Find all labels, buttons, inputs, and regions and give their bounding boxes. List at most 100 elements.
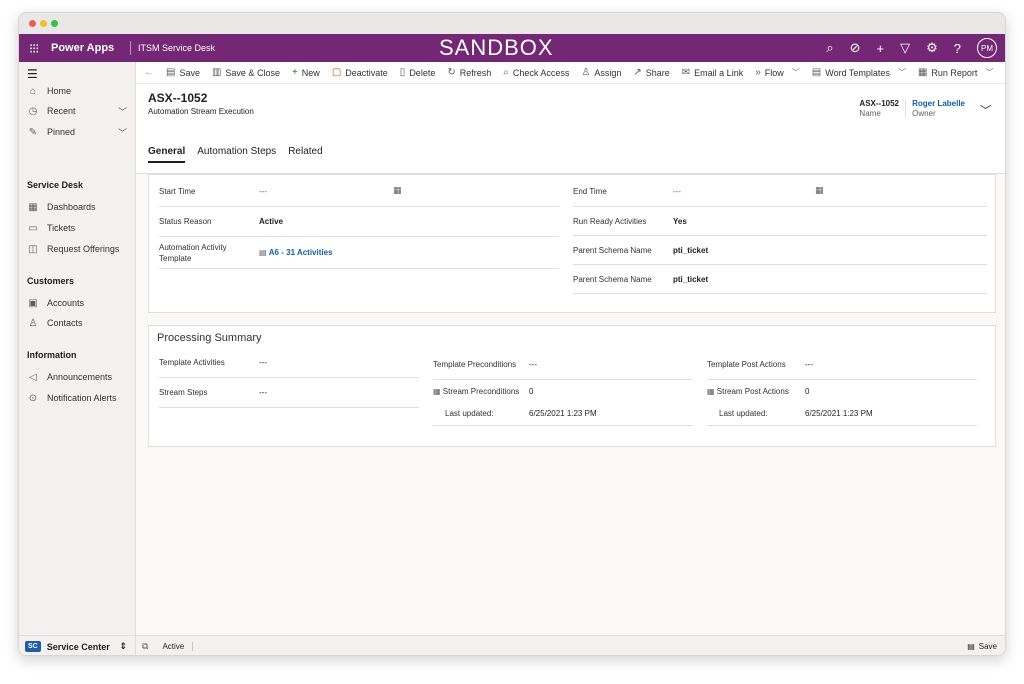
header-name-label: Name (859, 109, 881, 118)
command-label: Delete (409, 67, 436, 78)
tab-related[interactable]: Related (288, 146, 322, 163)
template-lookup-link[interactable]: ▤ A6 - 31 Activities (259, 248, 333, 257)
deactivate-button[interactable]: ▢ Deactivate (326, 67, 394, 78)
new-button[interactable]: + New (286, 67, 326, 78)
check-access-icon: ⌕ (503, 67, 509, 78)
tab-general[interactable]: General (148, 146, 186, 163)
template-activities-field: Template Activities --- (159, 348, 419, 378)
refresh-button[interactable]: ↻ Refresh (441, 67, 497, 78)
chevron-down-icon[interactable]: ﹀ (118, 126, 127, 139)
app-launcher-icon[interactable]: ⁝⁝⁝ (29, 41, 39, 57)
sidebar-item-label: Contacts (47, 318, 83, 328)
assistant-icon[interactable]: ⊘ (850, 40, 861, 56)
parent-schema-value[interactable]: pti_ticket (673, 246, 708, 255)
filter-icon[interactable]: ▽ (900, 40, 910, 56)
sidebar-item-label: Home (47, 86, 72, 96)
template-post-actions-field: Template Post Actions --- (707, 350, 977, 380)
megaphone-icon: ◁ (29, 371, 37, 383)
start-time-input[interactable]: --- (259, 187, 267, 196)
run-ready-value[interactable]: Yes (673, 217, 687, 226)
sidebar-item-accounts[interactable]: ▣ Accounts (27, 295, 127, 311)
sidebar-item-dashboards[interactable]: ▦ Dashboards (27, 199, 127, 215)
gear-icon[interactable]: ⚙ (926, 40, 938, 56)
sidebar-item-recent[interactable]: ◷ Recent ﹀ (27, 103, 127, 119)
divider (130, 41, 131, 55)
expand-header-chevron-icon[interactable]: ﹀ (980, 102, 991, 118)
end-time-input[interactable]: --- (673, 187, 681, 196)
owner-link[interactable]: Roger Labelle (912, 99, 965, 108)
command-label: Assign (594, 67, 622, 78)
sidebar-item-request-offerings[interactable]: ◫ Request Offerings (27, 241, 127, 257)
run-report-button[interactable]: ▦ Run Report ﹀ (912, 67, 999, 78)
field-label: ▦ Stream Preconditions (433, 386, 529, 397)
field-label: Stream Steps (159, 388, 208, 397)
environment-name[interactable]: ITSM Service Desk (138, 43, 215, 53)
word-icon: ▤ (811, 67, 822, 78)
flow-button[interactable]: » Flow ﹀ (749, 67, 806, 78)
avatar[interactable]: PM (977, 38, 997, 58)
check-access-button[interactable]: ⌕ Check Access (497, 67, 575, 78)
search-icon[interactable]: ⌕ (826, 40, 833, 56)
tab-automation-steps[interactable]: Automation Steps (197, 146, 276, 163)
stream-post-actions-value: 0 (805, 386, 810, 396)
field-label: Status Reason (159, 217, 212, 226)
header-owner-label: Owner (912, 109, 936, 118)
calendar-icon[interactable]: ▦ (393, 185, 402, 196)
chevron-up-down-icon[interactable]: ⇕ (119, 641, 127, 652)
minimize-window-button[interactable] (40, 20, 47, 27)
save-button[interactable]: ▤ Save (160, 67, 206, 78)
share-button[interactable]: ↗ Share (627, 67, 675, 78)
footer-save-button[interactable]: ▤ Save (967, 642, 997, 651)
sidebar-item-announcements[interactable]: ◁ Announcements (27, 369, 127, 385)
back-arrow-icon[interactable]: ← (136, 67, 160, 78)
open-in-new-window-icon[interactable]: ⧉ (142, 641, 148, 652)
chevron-down-icon[interactable]: ﹀ (118, 105, 127, 118)
sidebar-item-notification-alerts[interactable]: ⊙ Notification Alerts (27, 390, 127, 406)
clock-icon: ◷ (28, 105, 38, 117)
last-updated-field-1: Last updated: 6/25/2021 1:23 PM (433, 402, 693, 426)
word-templates-button[interactable]: ▤ Word Templates ﹀ (806, 67, 912, 78)
sidebar-item-home[interactable]: ⌂ Home (27, 83, 127, 99)
chevron-down-icon: ﹀ (897, 68, 906, 77)
sidebar-item-contacts[interactable]: ♙ Contacts (27, 315, 127, 331)
contact-icon: ♙ (28, 317, 38, 329)
group-heading-information: Information (27, 350, 77, 360)
plus-icon: + (291, 67, 298, 78)
sidebar-item-pinned[interactable]: ✎ Pinned ﹀ (27, 124, 127, 140)
app-name[interactable]: Power Apps (51, 42, 114, 54)
plus-icon[interactable]: + (877, 41, 885, 56)
top-bar-actions: ⌕ ⊘ + ▽ ⚙ ? PM (826, 38, 997, 58)
field-label: Last updated: (719, 409, 768, 418)
chevron-down-icon: ﹀ (985, 68, 994, 77)
command-label: Word Templates (825, 67, 890, 78)
assign-button[interactable]: ♙ Assign (575, 67, 627, 78)
command-label: Run Report (931, 67, 978, 78)
sidebar-item-label: Dashboards (47, 202, 96, 212)
close-window-button[interactable] (29, 20, 36, 27)
header-name-value: ASX--1052 (859, 99, 899, 108)
area-switcher[interactable]: SC Service Center ⇕ (19, 635, 135, 655)
parent-schema-value[interactable]: pti_ticket (673, 275, 708, 284)
field-label-text: Stream Preconditions (442, 386, 520, 396)
lookup-record-icon: ▤ (259, 248, 269, 257)
hamburger-menu-icon[interactable]: ☰ (27, 67, 38, 81)
page-title: ASX--1052 (148, 91, 208, 105)
sidebar-item-tickets[interactable]: ▭ Tickets (27, 220, 127, 236)
maximize-window-button[interactable] (51, 20, 58, 27)
assign-icon: ♙ (581, 67, 591, 78)
help-icon[interactable]: ? (954, 41, 961, 56)
delete-button[interactable]: ▯ Delete (394, 67, 442, 78)
calendar-icon[interactable]: ▦ (815, 185, 824, 196)
status-reason-value[interactable]: Active (259, 217, 283, 226)
sidebar-item-label: Recent (47, 106, 76, 116)
field-label: Parent Schema Name (573, 245, 652, 255)
field-label-text: Stream Post Actions (716, 386, 789, 396)
command-label: Refresh (459, 67, 492, 78)
save-icon: ▤ (166, 67, 176, 78)
flow-icon: » (755, 67, 761, 78)
command-label: Save (179, 67, 200, 78)
area-label: Service Center (46, 641, 110, 652)
save-close-button[interactable]: ▥ Save & Close (206, 67, 286, 78)
email-link-button[interactable]: ✉ Email a Link (676, 67, 749, 78)
stream-steps-field: Stream Steps --- (159, 378, 419, 408)
